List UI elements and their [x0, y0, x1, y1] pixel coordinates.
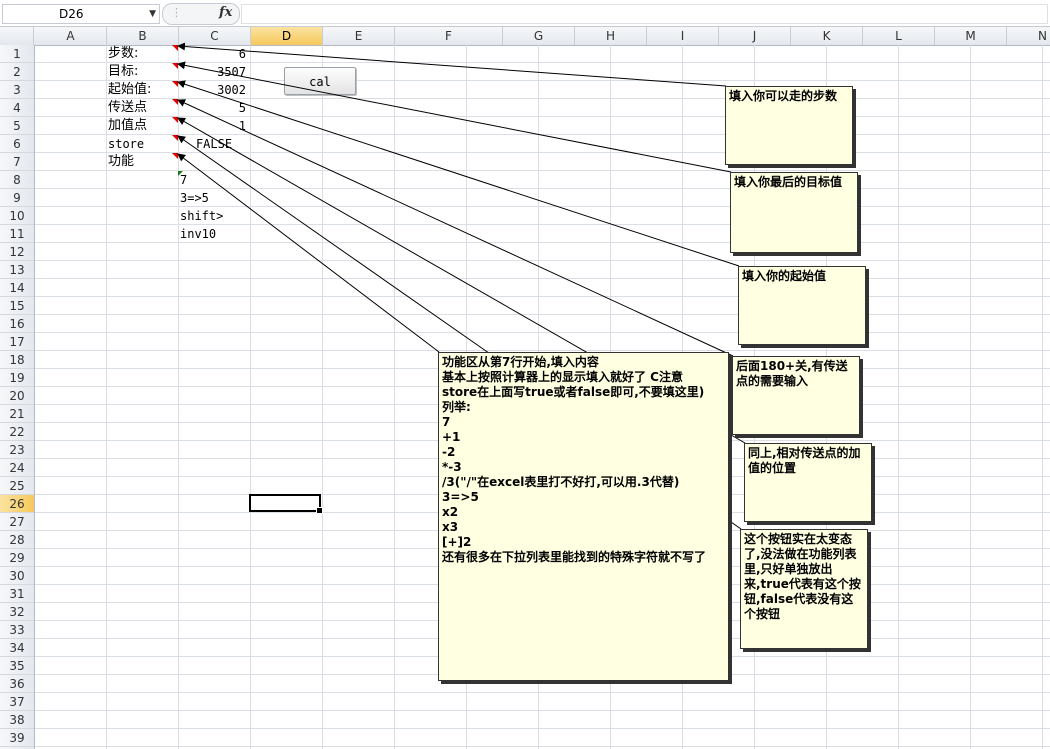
cal-button[interactable]: cal	[284, 67, 356, 95]
comment-indicator-b1[interactable]	[172, 45, 178, 51]
insert-function-icon[interactable]: fx	[219, 5, 232, 20]
comment-indicator-b3[interactable]	[172, 81, 178, 87]
column-header-d[interactable]: D	[251, 27, 323, 45]
cell-b6[interactable]: store	[108, 135, 144, 153]
row-header-8[interactable]: 8	[0, 171, 34, 189]
cell-b4[interactable]: 传送点	[108, 99, 147, 117]
row-header-37[interactable]: 37	[0, 693, 34, 711]
comment-indicator-b6[interactable]	[172, 135, 178, 141]
column-header-i[interactable]: I	[647, 27, 719, 45]
row-header-11[interactable]: 11	[0, 225, 34, 243]
column-header-c[interactable]: C	[179, 27, 251, 45]
column-header-j[interactable]: J	[719, 27, 791, 45]
row-header-14[interactable]: 14	[0, 279, 34, 297]
cell-c4[interactable]: 5	[178, 99, 246, 117]
row-header-23[interactable]: 23	[0, 441, 34, 459]
cell-c3[interactable]: 3002	[178, 81, 246, 99]
cell-b1[interactable]: 步数:	[108, 45, 138, 63]
column-header-g[interactable]: G	[503, 27, 575, 45]
column-headers: ABCDEFGHIJKLMN	[0, 27, 1050, 46]
column-header-a[interactable]: A	[35, 27, 107, 45]
column-header-b[interactable]: B	[107, 27, 179, 45]
row-header-17[interactable]: 17	[0, 333, 34, 351]
column-header-e[interactable]: E	[323, 27, 395, 45]
comment-start[interactable]: 填入你的起始值	[738, 266, 866, 345]
cell-c11[interactable]: inv10	[180, 225, 216, 243]
fill-handle[interactable]	[316, 507, 323, 514]
row-header-13[interactable]: 13	[0, 261, 34, 279]
row-header-30[interactable]: 30	[0, 567, 34, 585]
cell-c2[interactable]: 3507	[178, 63, 246, 81]
formula-input[interactable]	[241, 4, 1048, 24]
formula-tools: ⋮ fx	[162, 3, 240, 25]
comment-indicator-b7[interactable]	[172, 153, 178, 159]
active-cell-d26[interactable]	[249, 494, 323, 514]
row-headers: 1 2 3 4 5 6 7 8 9 10 11 12 13 14 15 16 17 18 19 20 21 22 23 24 2…	[0, 45, 35, 749]
chevron-down-icon[interactable]: ▼	[149, 5, 156, 23]
name-box[interactable]: D26 ▼	[2, 4, 160, 24]
row-header-5[interactable]: 5	[0, 117, 34, 135]
row-header-16[interactable]: 16	[0, 315, 34, 333]
column-header-f[interactable]: F	[395, 27, 503, 45]
column-header-l[interactable]: L	[863, 27, 935, 45]
row-header-33[interactable]: 33	[0, 621, 34, 639]
row-header-9[interactable]: 9	[0, 189, 34, 207]
row-header-1[interactable]: 1	[0, 45, 34, 63]
cell-b7[interactable]: 功能	[108, 153, 134, 171]
comment-portal[interactable]: 后面180+关,有传送点的需要输入	[732, 356, 860, 435]
row-header-36[interactable]: 36	[0, 675, 34, 693]
formula-bar: D26 ▼ ⋮ fx	[0, 0, 1050, 27]
row-header-38[interactable]: 38	[0, 711, 34, 729]
row-header-32[interactable]: 32	[0, 603, 34, 621]
row-header-18[interactable]: 18	[0, 351, 34, 369]
row-header-39[interactable]: 39	[0, 729, 34, 747]
row-header-21[interactable]: 21	[0, 405, 34, 423]
cell-b3[interactable]: 起始值:	[108, 81, 151, 99]
select-all-corner[interactable]	[0, 27, 34, 45]
row-header-6[interactable]: 6	[0, 135, 34, 153]
error-indicator-c8[interactable]	[178, 171, 183, 176]
cell-c6[interactable]: FALSE	[178, 135, 250, 153]
column-header-m[interactable]: M	[935, 27, 1007, 45]
row-header-31[interactable]: 31	[0, 585, 34, 603]
row-header-3[interactable]: 3	[0, 81, 34, 99]
row-header-35[interactable]: 35	[0, 657, 34, 675]
row-header-26[interactable]: 26	[0, 495, 34, 513]
row-header-28[interactable]: 28	[0, 531, 34, 549]
row-header-27[interactable]: 27	[0, 513, 34, 531]
column-header-h[interactable]: H	[575, 27, 647, 45]
row-header-25[interactable]: 25	[0, 477, 34, 495]
row-header-22[interactable]: 22	[0, 423, 34, 441]
row-header-4[interactable]: 4	[0, 99, 34, 117]
row-header-20[interactable]: 20	[0, 387, 34, 405]
name-box-value: D26	[59, 7, 84, 21]
row-header-7[interactable]: 7	[0, 153, 34, 171]
comment-store[interactable]: 这个按钮实在太变态了,没法做在功能列表里,只好单独放出来,true代表有这个按钮…	[740, 529, 868, 649]
row-header-29[interactable]: 29	[0, 549, 34, 567]
row-header-34[interactable]: 34	[0, 639, 34, 657]
comment-function[interactable]: 功能区从第7行开始,填入内容 基本上按照计算器上的显示填入就好了 C注意 sto…	[438, 352, 729, 681]
row-header-24[interactable]: 24	[0, 459, 34, 477]
column-header-n[interactable]: N	[1007, 27, 1050, 45]
row-header-12[interactable]: 12	[0, 243, 34, 261]
comment-target[interactable]: 填入你最后的目标值	[730, 172, 858, 253]
cell-c10[interactable]: shift>	[180, 207, 223, 225]
cell-c5[interactable]: 1	[178, 117, 246, 135]
comment-indicator-b2[interactable]	[172, 63, 178, 69]
comment-indicator-b4[interactable]	[172, 99, 178, 105]
column-header-k[interactable]: K	[791, 27, 863, 45]
comment-add[interactable]: 同上,相对传送点的加值的位置	[744, 443, 872, 522]
resize-handle-icon[interactable]: ⋮	[171, 6, 182, 19]
row-header-10[interactable]: 10	[0, 207, 34, 225]
cell-c1[interactable]: 6	[178, 45, 246, 63]
cell-b5[interactable]: 加值点	[108, 117, 147, 135]
cell-b2[interactable]: 目标:	[108, 63, 138, 81]
row-header-2[interactable]: 2	[0, 63, 34, 81]
comment-indicator-b5[interactable]	[172, 117, 178, 123]
comment-steps[interactable]: 填入你可以走的步数	[725, 86, 853, 165]
row-header-15[interactable]: 15	[0, 297, 34, 315]
cell-c9[interactable]: 3=>5	[180, 189, 209, 207]
row-header-19[interactable]: 19	[0, 369, 34, 387]
